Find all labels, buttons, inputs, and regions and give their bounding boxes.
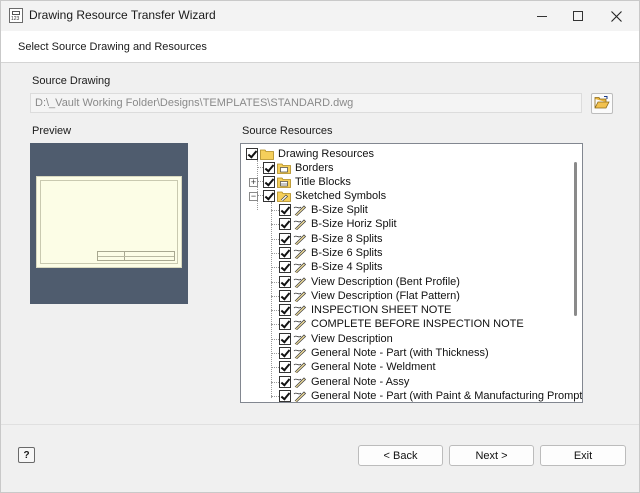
symbol-label: B-Size 8 Splits [311,232,383,245]
source-resources-label: Source Resources [242,125,333,137]
symbol-checkbox[interactable] [279,332,291,345]
sketched-symbol-row[interactable]: INSPECTION SHEET NOTE [279,303,451,317]
app-icon: 123 [9,8,23,23]
title-blocks-checkbox[interactable] [263,176,275,188]
symbol-checkbox[interactable] [279,232,291,245]
sketched-symbol-icon [293,233,307,245]
wizard-window: 123 Drawing Resource Transfer Wizard Sel… [0,0,640,493]
sketched-symbol-row[interactable]: B-Size Horiz Split [279,217,397,231]
collapse-sketched-symbols-icon[interactable]: − [249,192,258,201]
symbol-label: INSPECTION SHEET NOTE [311,304,452,317]
symbol-label: View Description (Flat Pattern) [311,289,460,302]
titleblock-folder-icon [277,176,291,188]
sketched-symbol-icon [293,218,307,231]
drawing-preview [30,143,188,304]
help-icon: ? [23,449,30,461]
symbol-label: COMPLETE BEFORE INSPECTION NOTE [311,318,524,331]
tree-group-borders[interactable]: Borders [263,161,334,175]
sketched-symbol-row[interactable]: General Note - Part (with Paint & Manufa… [279,389,583,402]
sketched-symbol-icon [293,361,307,374]
preview-label: Preview [32,125,72,137]
sketched-symbol-row[interactable]: COMPLETE BEFORE INSPECTION NOTE [279,317,524,331]
symbol-checkbox[interactable] [279,389,291,402]
footer-divider [1,424,639,425]
sketched-symbol-row[interactable]: View Description (Flat Pattern) [279,289,460,303]
sketched-symbol-row[interactable]: B-Size 6 Splits [279,246,383,260]
symbol-checkbox[interactable] [279,347,291,359]
folder-icon [260,148,274,160]
step-title: Select Source Drawing and Resources [18,41,207,53]
border-folder-icon [277,162,291,174]
symbol-checkbox[interactable] [279,275,291,288]
symbol-checkbox[interactable] [279,361,291,374]
sketched-symbol-icon [293,247,307,260]
sketched-symbol-icon [293,347,307,360]
sketched-symbol-icon [293,204,307,217]
sketched-symbol-icon [293,304,307,317]
sketched-symbols-checkbox[interactable] [263,190,275,202]
symbol-checkbox[interactable] [279,246,291,259]
symbol-label: View Description [311,332,393,345]
sketched-symbol-icon [293,318,307,331]
title-bar: 123 Drawing Resource Transfer Wizard [1,1,639,31]
symbol-folder-icon [277,190,291,202]
root-checkbox[interactable] [246,148,258,160]
symbol-label: General Note - Part (with Paint & Manufa… [311,389,583,402]
sketched-symbol-row[interactable]: B-Size Split [279,203,368,217]
tree-group-sketched-symbols[interactable]: Sketched Symbols [263,189,386,203]
tree-scrollbar[interactable] [569,145,581,401]
symbol-checkbox[interactable] [279,289,291,302]
symbol-label: View Description (Bent Profile) [311,275,460,288]
window-title: Drawing Resource Transfer Wizard [29,8,216,22]
symbol-checkbox[interactable] [279,218,291,231]
expand-title-blocks-icon[interactable]: + [249,178,258,187]
source-drawing-label: Source Drawing [32,75,111,87]
sketched-symbol-row[interactable]: B-Size 8 Splits [279,232,383,246]
wizard-header: Select Source Drawing and Resources [1,31,639,63]
symbol-checkbox[interactable] [279,318,291,331]
tree-root-row[interactable]: Drawing Resources [246,147,374,161]
symbol-checkbox[interactable] [279,204,291,216]
sketched-symbol-icon [293,261,307,274]
symbol-checkbox[interactable] [279,304,291,317]
open-folder-icon [594,95,610,112]
sketched-symbol-row[interactable]: General Note - Weldment [279,360,436,374]
tree-group-label: Title Blocks [295,176,351,188]
sketched-symbol-icon [293,333,307,345]
help-button[interactable]: ? [18,447,35,463]
sketched-symbol-row[interactable]: B-Size 4 Splits [279,260,383,274]
symbol-label: B-Size Split [311,204,368,216]
symbol-label: B-Size 4 Splits [311,261,383,274]
sketched-symbol-icon [293,376,307,388]
symbol-label: B-Size Horiz Split [311,218,397,231]
close-icon[interactable] [593,1,639,31]
sketched-symbol-row[interactable]: View Description [279,332,393,346]
symbol-checkbox[interactable] [279,261,291,274]
tree-root-label: Drawing Resources [278,148,374,160]
symbol-label: General Note - Weldment [311,361,436,374]
symbol-label: General Note - Part (with Thickness) [311,347,489,359]
tree-group-label: Sketched Symbols [295,190,387,202]
preview-title-block [97,251,175,261]
borders-checkbox[interactable] [263,162,275,174]
sketched-symbol-icon [293,390,307,402]
source-drawing-path-field[interactable]: D:\_Vault Working Folder\Designs\TEMPLAT… [30,93,582,113]
symbol-label: General Note - Assy [311,375,410,388]
sketched-symbol-row[interactable]: View Description (Bent Profile) [279,275,460,289]
next-button[interactable]: Next > [449,445,534,466]
sketched-symbol-row[interactable]: General Note - Part (with Thickness) [279,346,489,360]
tree-group-label: Borders [295,162,334,174]
browse-button[interactable] [591,93,613,114]
preview-sheet [36,176,182,268]
exit-button[interactable]: Exit [540,445,626,466]
symbol-checkbox[interactable] [279,375,291,388]
scrollbar-thumb[interactable] [574,162,577,316]
sketched-symbol-icon [293,276,307,288]
tree-group-title-blocks[interactable]: Title Blocks [263,175,351,189]
sketched-symbol-row[interactable]: General Note - Assy [279,375,409,389]
resources-tree[interactable]: Drawing Resources Borders + Title Blocks… [240,143,583,403]
symbol-label: B-Size 6 Splits [311,246,383,259]
sketched-symbol-icon [293,290,307,303]
back-button[interactable]: < Back [358,445,443,466]
